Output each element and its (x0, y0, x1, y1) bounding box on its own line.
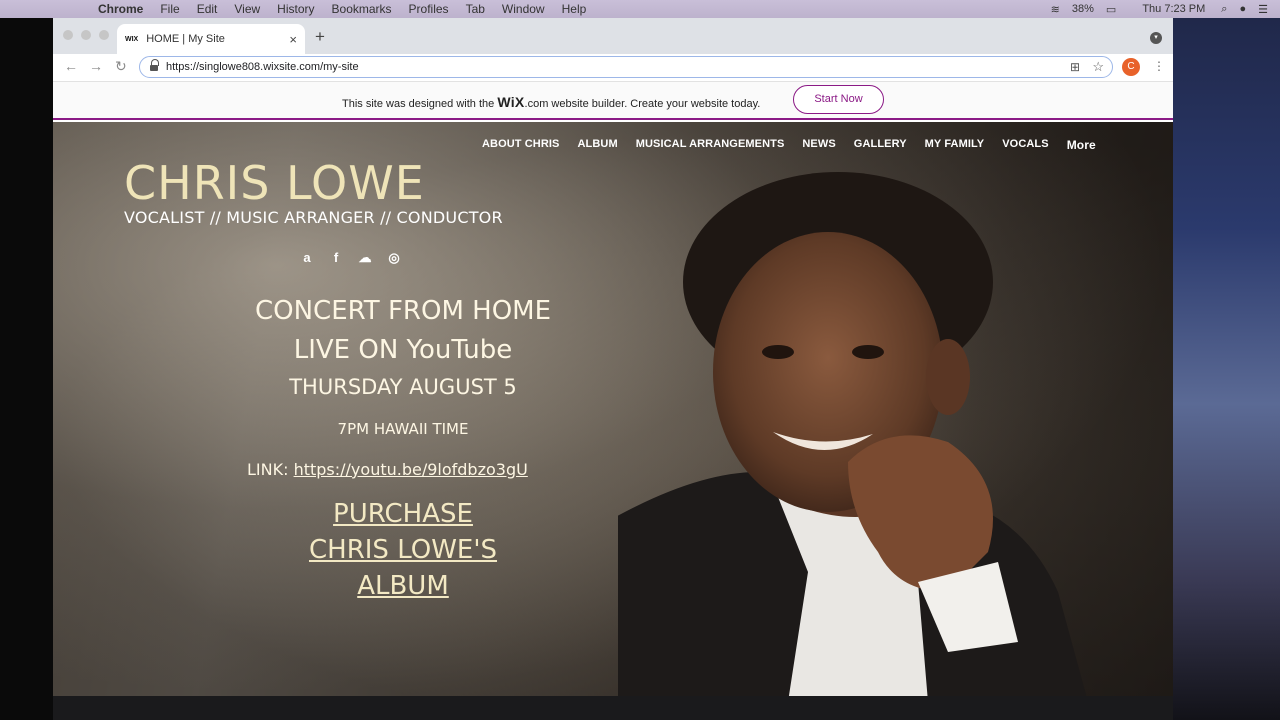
close-tab-icon[interactable]: × (289, 32, 297, 47)
macos-menu-bar: Chrome File Edit View History Bookmarks … (0, 0, 1280, 18)
desktop-left (0, 18, 53, 720)
wix-banner-text-before: This site was designed with the (342, 98, 498, 110)
youtube-link[interactable]: https://youtu.be/9lofdbzo3gU (294, 460, 528, 479)
siri-icon[interactable]: ● (1239, 3, 1246, 15)
hero-portrait-image (618, 172, 1087, 696)
concert-line-2: LIVE ON YouTube (293, 335, 513, 365)
wix-favicon-icon: WIX (125, 35, 139, 43)
concert-heading: CONCERT FROM HOME LIVE ON YouTube (203, 292, 603, 370)
close-window-button[interactable] (63, 30, 73, 40)
reload-icon[interactable]: ↻ (115, 58, 127, 75)
clock[interactable]: Thu 7:23 PM (1142, 3, 1205, 15)
purchase-line-3[interactable]: ALBUM (253, 568, 553, 604)
site-title: CHRIS LOWE (124, 156, 425, 210)
qr-code-icon[interactable]: ⊞ (1070, 60, 1080, 74)
menu-window[interactable]: Window (502, 2, 545, 16)
wifi-icon[interactable]: ≋ (1051, 3, 1060, 16)
site-tagline: VOCALIST // MUSIC ARRANGER // CONDUCTOR (124, 208, 503, 227)
menu-file[interactable]: File (160, 2, 179, 16)
browser-menu-icon[interactable]: ⋮ (1153, 59, 1165, 73)
amazon-icon[interactable]: a (299, 250, 315, 266)
purchase-line-1[interactable]: PURCHASE (253, 496, 553, 532)
site-hero: ABOUT CHRIS ALBUM MUSICAL ARRANGEMENTS N… (53, 122, 1173, 696)
start-now-button[interactable]: Start Now (793, 85, 884, 114)
menu-help[interactable]: Help (562, 2, 587, 16)
menubar-status-area: ≋ 38% ▭ Thu 7:23 PM ⌕ ● ☰ (1051, 0, 1280, 18)
concert-time: 7PM HAWAII TIME (337, 420, 469, 438)
link-label: LINK: (247, 460, 294, 479)
lock-icon[interactable] (150, 58, 159, 72)
tab-search-icon[interactable]: ▾ (1150, 32, 1162, 44)
site-navigation: ABOUT CHRIS ALBUM MUSICAL ARRANGEMENTS N… (482, 138, 1114, 152)
nav-my-family[interactable]: MY FAMILY (925, 138, 985, 152)
menu-history[interactable]: History (277, 2, 314, 16)
battery-percent[interactable]: 38% (1072, 3, 1094, 15)
nav-news[interactable]: NEWS (802, 138, 835, 152)
instagram-icon[interactable]: ◎ (386, 250, 402, 266)
concert-date: THURSDAY AUGUST 5 (289, 375, 517, 399)
nav-gallery[interactable]: GALLERY (854, 138, 907, 152)
tab-strip: WIX HOME | My Site × + ▾ (53, 18, 1173, 54)
address-bar[interactable]: https://singlowe808.wixsite.com/my-site … (139, 56, 1113, 78)
facebook-icon[interactable]: f (328, 250, 344, 266)
menu-bookmarks[interactable]: Bookmarks (332, 2, 392, 16)
control-center-icon[interactable]: ☰ (1258, 3, 1268, 16)
menu-profiles[interactable]: Profiles (409, 2, 449, 16)
nav-musical-arrangements[interactable]: MUSICAL ARRANGEMENTS (636, 138, 785, 152)
wix-banner-text-after: .com website builder. Create your websit… (524, 98, 761, 110)
forward-icon[interactable]: → (89, 58, 103, 74)
apple-icon[interactable] (270, 250, 286, 266)
youtube-link-row: LINK: https://youtu.be/9lofdbzo3gU (247, 460, 528, 479)
wix-promo-banner: This site was designed with the WiX.com … (53, 82, 1173, 120)
profile-avatar[interactable]: C (1122, 58, 1140, 76)
minimize-window-button[interactable] (81, 30, 91, 40)
nav-vocals[interactable]: VOCALS (1002, 138, 1048, 152)
wix-logo: WiX (497, 94, 525, 110)
window-controls (63, 30, 109, 40)
menu-tab[interactable]: Tab (466, 2, 485, 16)
url-text[interactable]: https://singlowe808.wixsite.com/my-site (166, 61, 359, 73)
menu-edit[interactable]: Edit (197, 2, 218, 16)
desktop-bottom (53, 696, 1173, 720)
browser-toolbar: ← → ↻ https://singlowe808.wixsite.com/my… (53, 54, 1173, 82)
spotlight-search-icon[interactable]: ⌕ (1221, 3, 1227, 16)
purchase-album-link[interactable]: PURCHASE CHRIS LOWE'S ALBUM (253, 496, 553, 604)
desktop-wallpaper (1173, 18, 1280, 720)
back-icon[interactable]: ← (64, 58, 78, 74)
purchase-line-2[interactable]: CHRIS LOWE'S (253, 532, 553, 568)
browser-window: WIX HOME | My Site × + ▾ ← → ↻ https://s… (53, 18, 1173, 696)
bookmark-star-icon[interactable]: ☆ (1092, 59, 1104, 75)
nav-about-chris[interactable]: ABOUT CHRIS (482, 138, 560, 152)
social-bar: a f ☁ ◎ (270, 250, 402, 266)
wix-banner-text: This site was designed with the WiX.com … (342, 94, 760, 110)
nav-album[interactable]: ALBUM (578, 138, 618, 152)
nav-more[interactable]: More (1067, 138, 1096, 152)
new-tab-icon[interactable]: + (315, 27, 325, 47)
battery-icon[interactable]: ▭ (1106, 3, 1116, 16)
browser-tab[interactable]: WIX HOME | My Site × (117, 24, 305, 54)
soundcloud-icon[interactable]: ☁ (357, 250, 373, 266)
menu-app-chrome[interactable]: Chrome (98, 2, 143, 16)
menu-view[interactable]: View (234, 2, 260, 16)
zoom-window-button[interactable] (99, 30, 109, 40)
concert-line-1: CONCERT FROM HOME (254, 296, 552, 326)
tab-title: HOME | My Site (146, 33, 225, 45)
